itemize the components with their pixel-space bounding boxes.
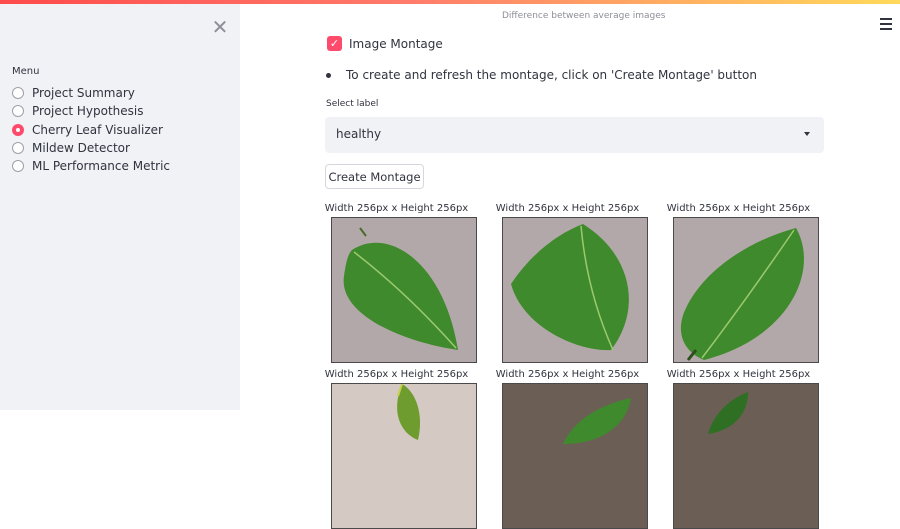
leaf-image bbox=[502, 217, 648, 363]
hamburger-menu-icon[interactable] bbox=[880, 18, 892, 30]
checkbox-label: Image Montage bbox=[349, 36, 443, 51]
label-select[interactable]: healthy bbox=[325, 117, 824, 153]
select-value: healthy bbox=[336, 127, 382, 141]
menu-item-cherry-leaf-visualizer[interactable]: Cherry Leaf Visualizer bbox=[12, 121, 170, 139]
image-caption: Width 256px x Height 256px bbox=[324, 369, 469, 380]
image-caption: Width 256px x Height 256px bbox=[324, 203, 469, 214]
montage-cell: Width 256px x Height 256px bbox=[482, 369, 653, 529]
leaf-image bbox=[502, 383, 648, 529]
create-montage-button[interactable]: Create Montage bbox=[325, 164, 424, 189]
menu-radio-group: Project Summary Project Hypothesis Cherr… bbox=[12, 84, 170, 175]
leaf-image bbox=[331, 217, 477, 363]
montage-cell: Width 256px x Height 256px bbox=[653, 369, 824, 529]
radio-unselected-icon[interactable] bbox=[12, 160, 24, 173]
montage-cell: Width 256px x Height 256px bbox=[311, 203, 482, 363]
menu-item-project-summary[interactable]: Project Summary bbox=[12, 84, 170, 102]
radio-selected-icon[interactable] bbox=[12, 123, 24, 136]
image-montage-checkbox[interactable]: ✓ Image Montage bbox=[327, 36, 443, 51]
bullet-dot-icon bbox=[326, 72, 331, 78]
montage-cell: Width 256px x Height 256px bbox=[653, 203, 824, 363]
radio-unselected-icon[interactable] bbox=[12, 142, 24, 155]
instruction-text: To create and refresh the montage, click… bbox=[346, 68, 758, 82]
menu-item-label: ML Performance Metric bbox=[32, 159, 171, 174]
instruction-bullet: To create and refresh the montage, click… bbox=[326, 68, 757, 82]
main-content: Difference between average images ✓ Imag… bbox=[240, 0, 900, 529]
close-icon[interactable]: ✕ bbox=[211, 17, 229, 37]
montage-cell: Width 256px x Height 256px bbox=[311, 369, 482, 529]
menu-item-label: Mildew Detector bbox=[32, 141, 130, 156]
menu-item-project-hypothesis[interactable]: Project Hypothesis bbox=[12, 102, 170, 120]
menu-item-label: Project Hypothesis bbox=[32, 104, 144, 119]
montage-cell: Width 256px x Height 256px bbox=[482, 203, 653, 363]
checkmark-icon[interactable]: ✓ bbox=[327, 36, 342, 51]
image-caption: Width 256px x Height 256px bbox=[666, 369, 811, 380]
image-caption: Width 256px x Height 256px bbox=[666, 203, 811, 214]
menu-item-ml-performance-metric[interactable]: ML Performance Metric bbox=[12, 157, 170, 175]
image-caption: Width 256px x Height 256px bbox=[495, 369, 640, 380]
menu-item-label: Cherry Leaf Visualizer bbox=[32, 122, 163, 137]
leaf-image bbox=[673, 383, 819, 529]
radio-unselected-icon[interactable] bbox=[12, 87, 24, 100]
sidebar: ✕ Menu Project Summary Project Hypothesi… bbox=[0, 4, 240, 410]
leaf-image bbox=[673, 217, 819, 363]
menu-item-mildew-detector[interactable]: Mildew Detector bbox=[12, 139, 170, 157]
leaf-image bbox=[331, 383, 477, 529]
menu-item-label: Project Summary bbox=[32, 86, 135, 101]
select-label: Select label bbox=[326, 99, 379, 109]
image-caption: Width 256px x Height 256px bbox=[495, 203, 640, 214]
radio-unselected-icon[interactable] bbox=[12, 105, 24, 118]
previous-section-caption: Difference between average images bbox=[502, 11, 666, 21]
caret-down-icon bbox=[804, 132, 810, 136]
menu-title: Menu bbox=[12, 66, 40, 77]
